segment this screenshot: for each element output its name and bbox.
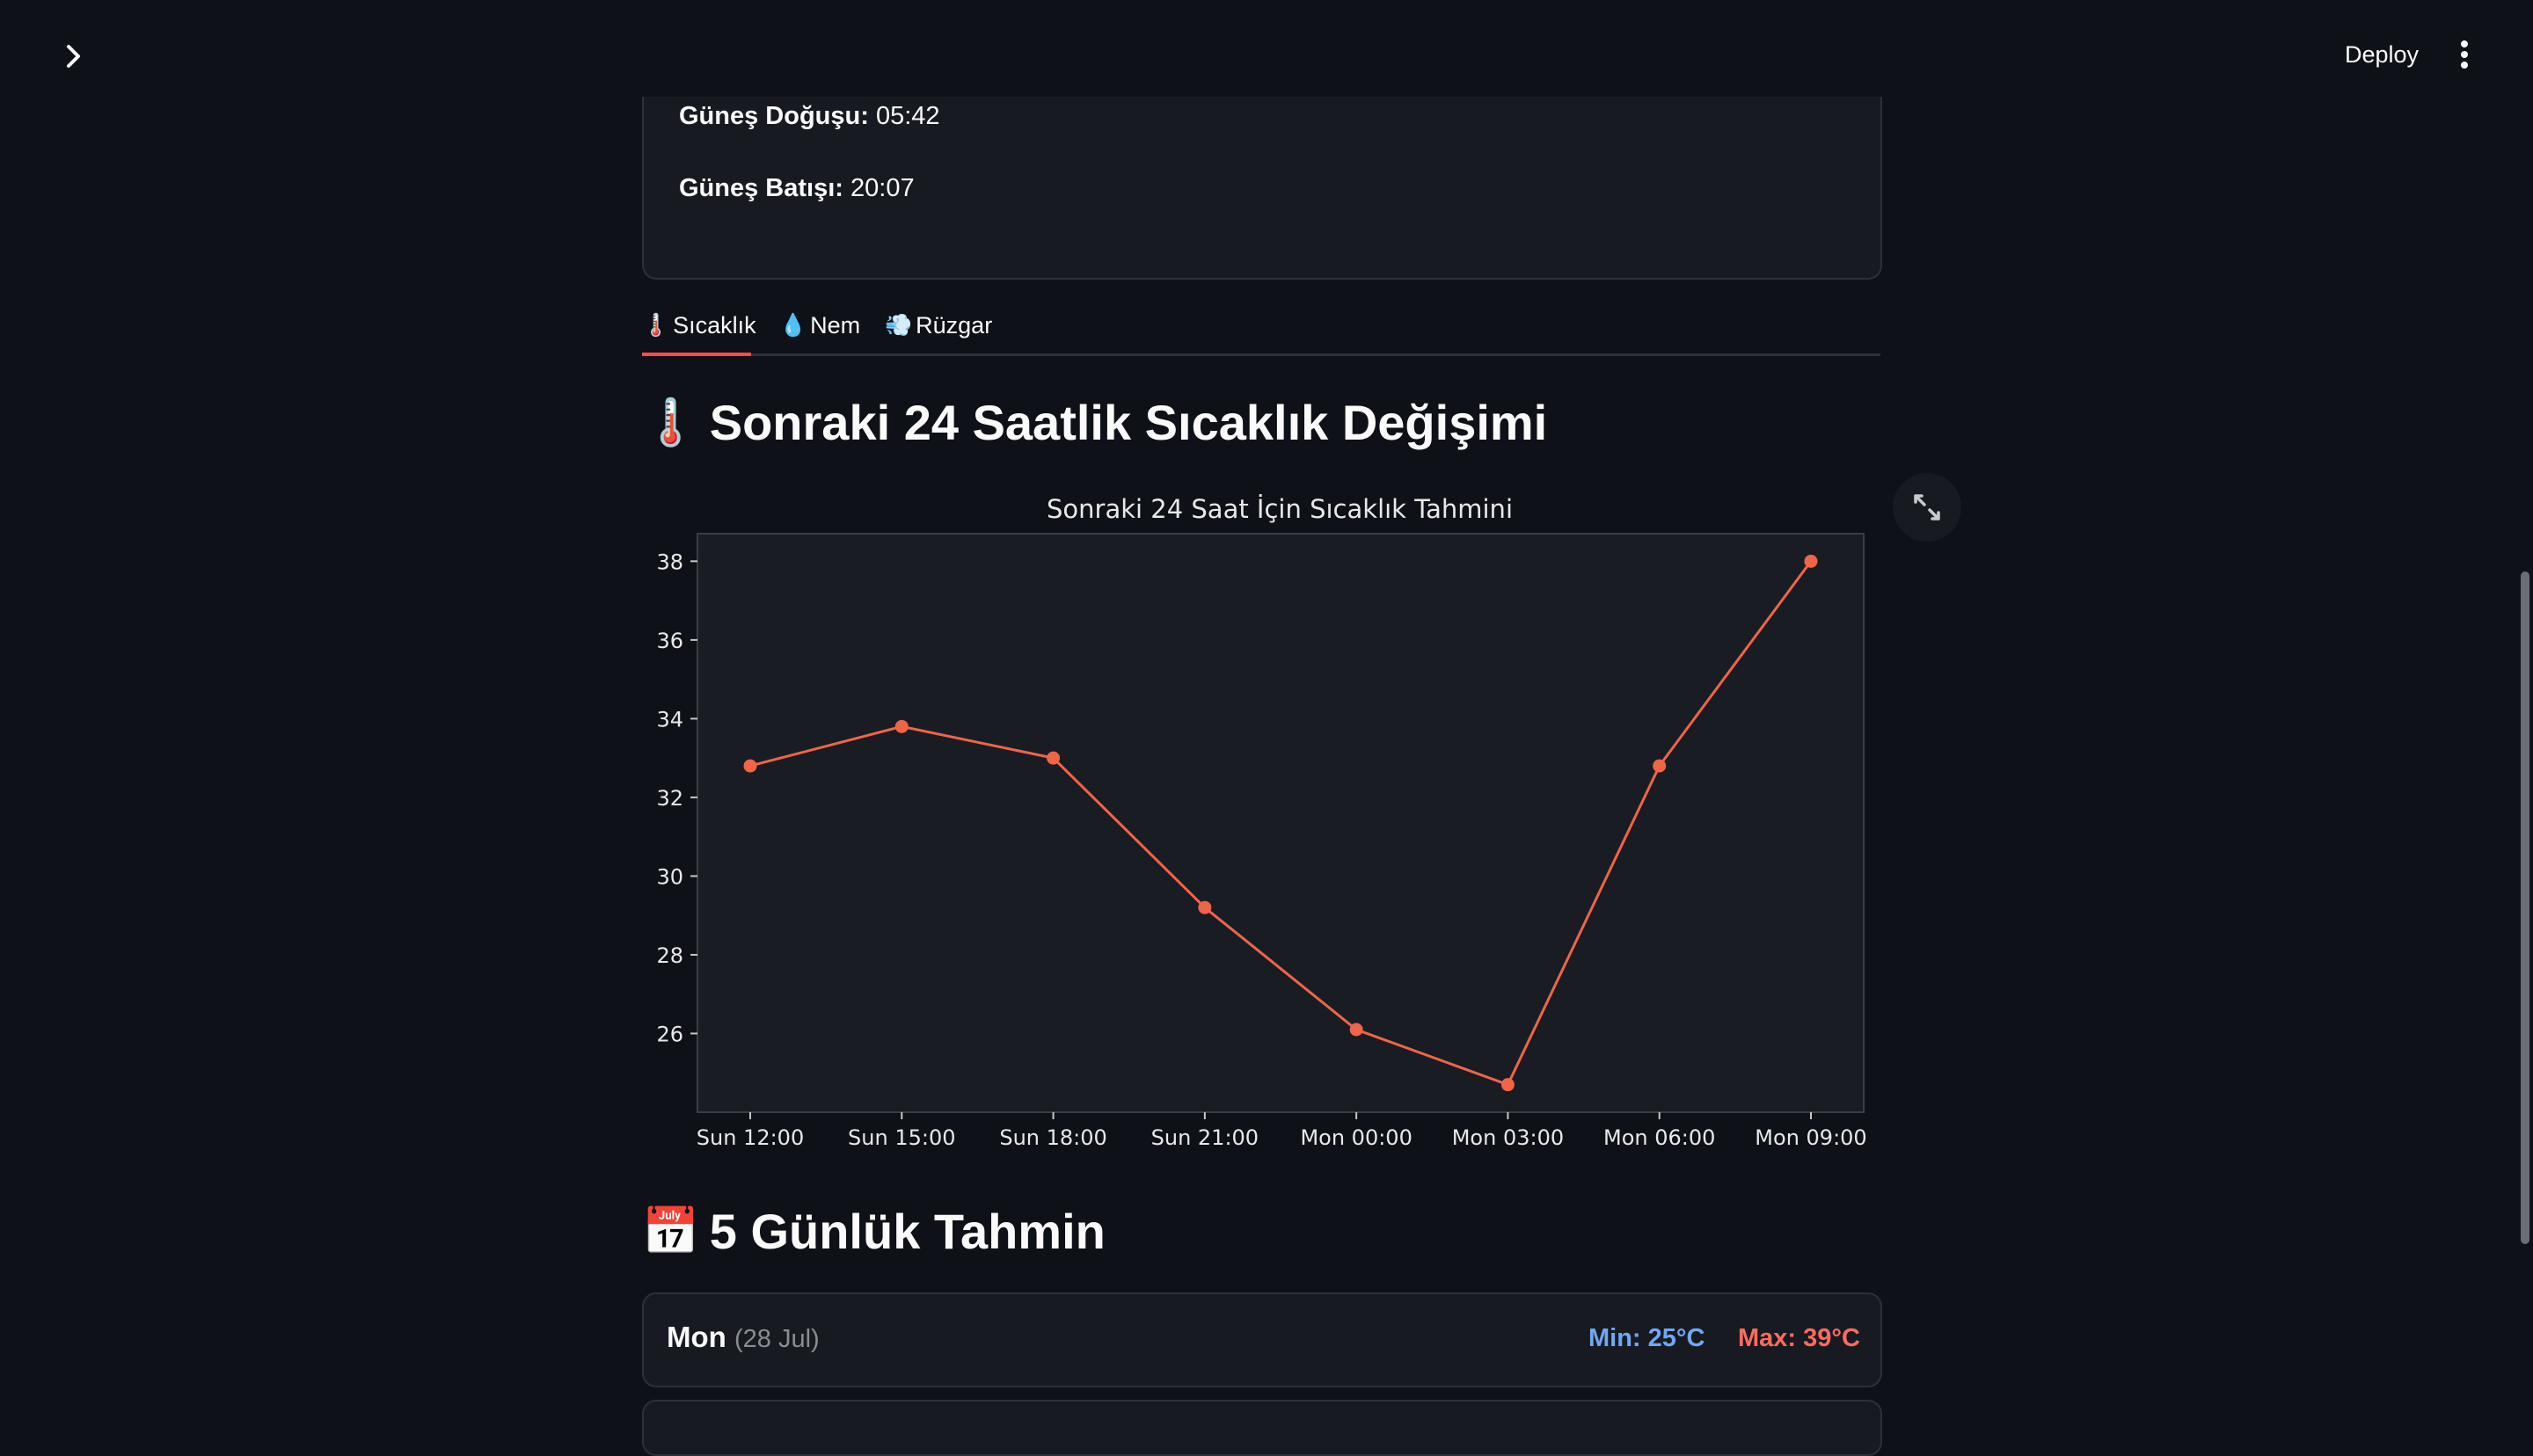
tab-temperature[interactable]: 🌡️ Sıcaklık <box>642 297 756 353</box>
tab-label: Nem <box>810 311 861 339</box>
deploy-button[interactable]: Deploy <box>2322 35 2442 74</box>
temperature-point <box>1500 1078 1515 1092</box>
forecast-heading: 📅 5 Günlük Tahmin <box>642 1203 1106 1260</box>
temperature-point <box>1349 1023 1363 1037</box>
temperature-point <box>743 759 757 773</box>
y-tick-label: 38 <box>656 550 683 574</box>
x-tick-label: Sun 15:00 <box>848 1125 955 1150</box>
forecast-day-name: Mon <box>667 1321 726 1353</box>
forecast-row[interactable] <box>642 1400 1882 1456</box>
page-scrollbar[interactable] <box>2517 97 2533 1419</box>
y-tick-label: 34 <box>656 707 683 732</box>
y-tick-label: 26 <box>656 1022 683 1046</box>
forecast-date: (28 Jul) <box>734 1325 820 1353</box>
heading-text: Sonraki 24 Saatlik Sıcaklık Değişimi <box>709 395 1548 450</box>
sunrise-value: 05:42 <box>875 102 940 130</box>
sunset-label: Güneş Batışı: <box>679 174 843 202</box>
y-tick-label: 30 <box>656 864 683 889</box>
x-tick-label: Mon 06:00 <box>1603 1125 1715 1150</box>
temperature-point <box>1804 554 1818 568</box>
expand-icon <box>1914 494 1940 521</box>
y-tick-label: 28 <box>656 943 683 968</box>
sunrise-label: Güneş Doğuşu: <box>679 102 869 130</box>
y-tick-label: 32 <box>656 786 683 811</box>
active-tab-indicator <box>642 353 751 356</box>
sunrise-line: Güneş Doğuşu: 05:42 <box>679 102 940 131</box>
forecast-row[interactable]: Mon (28 Jul) Min: 25°C Max: 39°C <box>642 1292 1882 1387</box>
thermometer-icon: 🌡️ <box>642 312 670 338</box>
weather-tabs: 🌡️ Sıcaklık 💧 Nem 💨 Rüzgar <box>642 297 1880 356</box>
tab-humidity[interactable]: 💧 Nem <box>779 297 860 353</box>
tab-wind[interactable]: 💨 Rüzgar <box>885 297 992 353</box>
forecast-max-temp: Max: 39°C <box>1738 1324 1860 1352</box>
y-tick-label: 36 <box>656 629 683 653</box>
wind-icon: 💨 <box>885 312 913 338</box>
tab-label: Rüzgar <box>916 311 993 339</box>
sunset-line: Güneş Batışı: 20:07 <box>679 174 915 203</box>
heading-text: 5 Günlük Tahmin <box>709 1204 1106 1259</box>
app-header: Deploy <box>0 0 2533 97</box>
chevron-right-icon[interactable] <box>56 39 91 74</box>
temperature-point <box>1198 900 1212 914</box>
x-tick-label: Mon 03:00 <box>1452 1125 1564 1150</box>
x-tick-label: Sun 18:00 <box>999 1125 1106 1150</box>
temperature-point <box>894 719 909 733</box>
forecast-min-temp: Min: 25°C <box>1588 1324 1705 1352</box>
temperature-heading: 🌡️ Sonraki 24 Saatlik Sıcaklık Değişimi <box>642 394 1547 451</box>
x-tick-label: Sun 21:00 <box>1151 1125 1259 1150</box>
scrollbar-thumb[interactable] <box>2521 571 2529 1244</box>
x-tick-label: Sun 12:00 <box>697 1125 804 1150</box>
more-options-icon[interactable] <box>2447 33 2482 76</box>
sunset-value: 20:07 <box>850 174 915 202</box>
temperature-point <box>1047 751 1061 765</box>
x-tick-label: Mon 09:00 <box>1755 1125 1866 1150</box>
droplet-icon: 💧 <box>779 312 807 338</box>
temperature-point <box>1653 759 1667 773</box>
temperature-chart: 26 28 30 32 34 36 38 Sun 12:00 Sun 15:00 Sun 18:0… <box>656 533 1867 1150</box>
x-tick-label: Mon 00:00 <box>1300 1125 1412 1150</box>
fullscreen-button[interactable] <box>1893 473 1961 542</box>
thermometer-icon: 🌡️ <box>642 397 699 448</box>
plot-area <box>697 533 1865 1113</box>
calendar-icon: 📅 <box>642 1206 699 1257</box>
tab-label: Sıcaklık <box>673 311 756 339</box>
forecast-day: Mon (28 Jul) <box>667 1321 820 1354</box>
